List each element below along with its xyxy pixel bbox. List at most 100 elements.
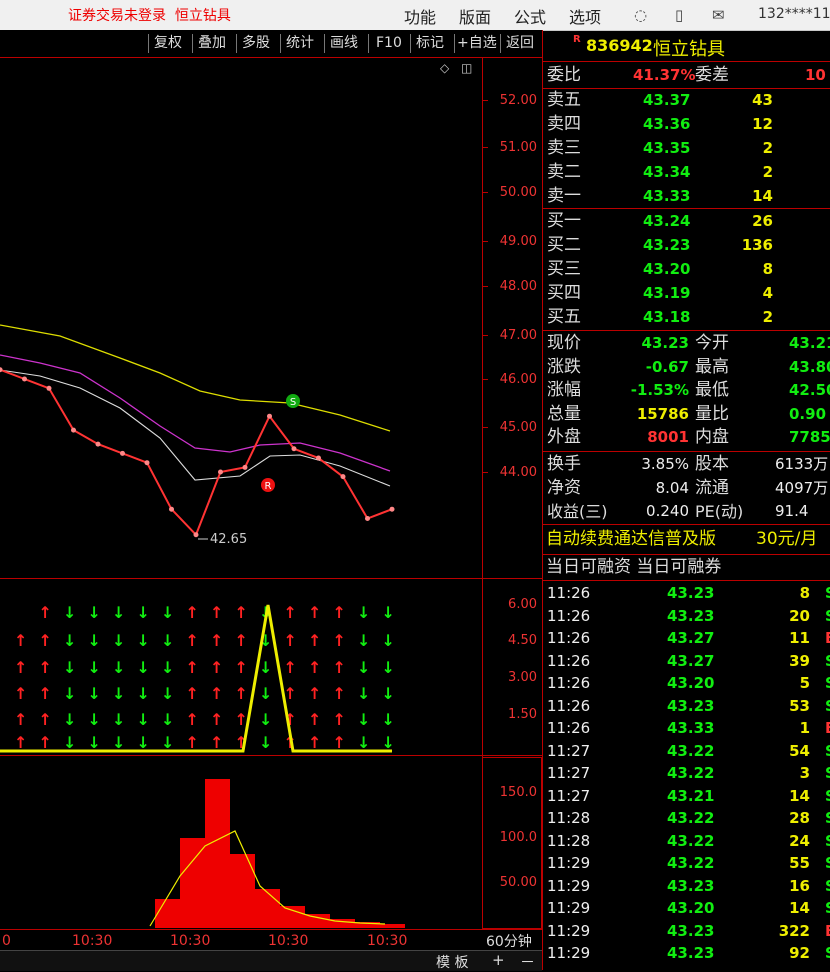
trade-price: 43.23 xyxy=(667,584,715,602)
user-account[interactable]: 132****11 xyxy=(758,6,830,22)
stat-label: 现价 xyxy=(547,333,581,353)
sell-level-price: 43.34 xyxy=(643,163,691,181)
fund-value: 4097万 xyxy=(775,478,829,497)
trade-time: 11:29 xyxy=(547,944,591,962)
indicator-line xyxy=(0,604,392,753)
trade-volume: 322 xyxy=(778,921,810,940)
trade-price: 43.23 xyxy=(667,876,715,895)
trade-row: 11:26 43.23 8S xyxy=(547,582,830,604)
chat-icon[interactable]: ◌ xyxy=(634,6,647,24)
ad-price[interactable]: 30元/月 xyxy=(756,528,817,551)
x-tick: 10:30 xyxy=(367,933,408,949)
phone-icon[interactable]: ▯ xyxy=(675,6,683,24)
button-mark[interactable]: 标记 xyxy=(416,33,444,53)
button-draw[interactable]: 画线 xyxy=(330,33,358,53)
fund-value: 91.4 xyxy=(775,502,809,520)
volume-chart[interactable] xyxy=(0,756,482,929)
trade-row: 11:29 43.23 92 S xyxy=(547,942,830,964)
menu-options[interactable]: 选项 xyxy=(569,4,601,28)
title-bar: 证券交易未登录 恒立钻具 功能 版面 公式 选项 ◌ ▯ ✉ 132****11 xyxy=(0,0,830,31)
mail-icon[interactable]: ✉ xyxy=(712,6,725,24)
margin-info: 当日可融资 当日可融券 xyxy=(546,557,722,577)
volume-tick: 50.00 xyxy=(499,875,537,890)
sell-level-price: 43.33 xyxy=(643,187,691,205)
trade-direction: S xyxy=(825,695,830,718)
sell-level-label: 卖二 xyxy=(547,162,581,182)
trade-price: 43.20 xyxy=(667,674,715,692)
trade-direction: S xyxy=(825,875,830,898)
sell-level-label: 卖三 xyxy=(547,138,581,158)
trade-row: 11:29 43.20 14 S xyxy=(547,897,830,919)
quote-panel: R 836942 恒立钻具 委比 41.37% 委差 10 卖五 43.37 43 卖… xyxy=(543,30,830,970)
trade-time: 11:26 xyxy=(547,606,591,625)
ma-line-yellow xyxy=(0,324,391,432)
trade-row: 11:27 43.21 14 S xyxy=(547,785,830,807)
period-selector[interactable]: 60分钟 xyxy=(486,931,532,951)
sell-level-price: 43.37 xyxy=(643,91,691,109)
trade-price: 43.23 xyxy=(667,944,715,962)
buy-level-volume: 26 xyxy=(752,212,773,230)
fund-value: 3.85% xyxy=(641,455,689,473)
price-point xyxy=(95,441,101,447)
sell-level-volume: 2 xyxy=(762,163,773,181)
buy-level-label: 买三 xyxy=(547,259,581,279)
button-back[interactable]: 返回 xyxy=(506,33,534,53)
trade-time: 11:29 xyxy=(547,921,591,940)
trade-direction: S xyxy=(825,807,830,830)
trade-price: 43.27 xyxy=(667,629,715,647)
chart-toolbar: 复权 叠加 多股 统计 画线 F10 标记 +自选 返回 xyxy=(0,30,542,58)
weicha-label: 委差 xyxy=(695,65,729,85)
trade-time: 11:26 xyxy=(547,629,591,647)
menu-function[interactable]: 功能 xyxy=(404,4,436,28)
price-chart[interactable]: 42.65 S R xyxy=(0,58,482,578)
trade-price: 43.20 xyxy=(667,899,715,917)
zoom-out-button[interactable]: － xyxy=(520,951,535,972)
button-fuquan[interactable]: 复权 xyxy=(154,33,182,53)
trade-volume: 5 xyxy=(799,674,810,692)
trade-time: 11:27 xyxy=(547,764,591,782)
menu-formula[interactable]: 公式 xyxy=(514,4,546,28)
trade-volume: 14 xyxy=(789,786,810,805)
price-tick: 45.00 xyxy=(499,420,537,435)
trade-price: 43.33 xyxy=(667,719,715,737)
template-button[interactable]: 模 板 xyxy=(436,952,468,972)
trade-price: 43.27 xyxy=(667,651,715,670)
stat-value: 15786 xyxy=(636,404,689,423)
button-f10[interactable]: F10 xyxy=(376,33,402,53)
stock-code: 836942 xyxy=(586,36,653,55)
price-point xyxy=(291,446,297,452)
stat-label: 涨跌 xyxy=(547,356,581,377)
trade-volume: 24 xyxy=(789,831,810,850)
trade-volume: 55 xyxy=(789,854,810,872)
quote-header: R 836942 恒立钻具 xyxy=(543,30,830,60)
button-multi-stock[interactable]: 多股 xyxy=(242,33,270,53)
trade-volume: 16 xyxy=(789,876,810,895)
trade-row: 11:29 43.23 322 B xyxy=(547,920,830,942)
price-point xyxy=(267,413,272,419)
trade-direction: S xyxy=(825,740,830,763)
button-overlay[interactable]: 叠加 xyxy=(198,33,226,53)
trade-price: 43.21 xyxy=(667,786,715,805)
trade-row: 11:29 43.22 55 S xyxy=(547,852,830,874)
price-tick: 51.00 xyxy=(499,140,537,155)
buy-level-price: 43.18 xyxy=(643,308,691,326)
trade-row: 11:26 43.27 11 B xyxy=(547,627,830,649)
trade-time: 11:28 xyxy=(547,809,591,827)
trade-row: 11:26 43.20 5S xyxy=(547,672,830,694)
trade-time: 11:29 xyxy=(547,854,591,872)
button-stats[interactable]: 统计 xyxy=(286,33,314,53)
stat-value: 8001 xyxy=(647,428,689,446)
price-point xyxy=(169,506,174,512)
menu-layout[interactable]: 版面 xyxy=(459,4,491,28)
sell-level-volume: 14 xyxy=(752,187,773,205)
tick-trades[interactable]: 11:2643.238S11:2643.2320S11:2643.2711B11… xyxy=(543,581,830,970)
indicator-chart[interactable] xyxy=(0,578,482,754)
trade-time: 11:28 xyxy=(547,831,591,850)
fund-label: 流通 xyxy=(695,477,729,498)
zoom-in-button[interactable]: + xyxy=(492,951,505,969)
login-status[interactable]: 证券交易未登录 恒立钻具 xyxy=(68,5,231,25)
trade-direction: S xyxy=(825,897,830,920)
ad-text[interactable]: 自动续费通达信普及版 xyxy=(546,528,716,551)
trade-direction: S xyxy=(825,762,830,785)
button-add-favorite[interactable]: +自选 xyxy=(457,33,497,53)
